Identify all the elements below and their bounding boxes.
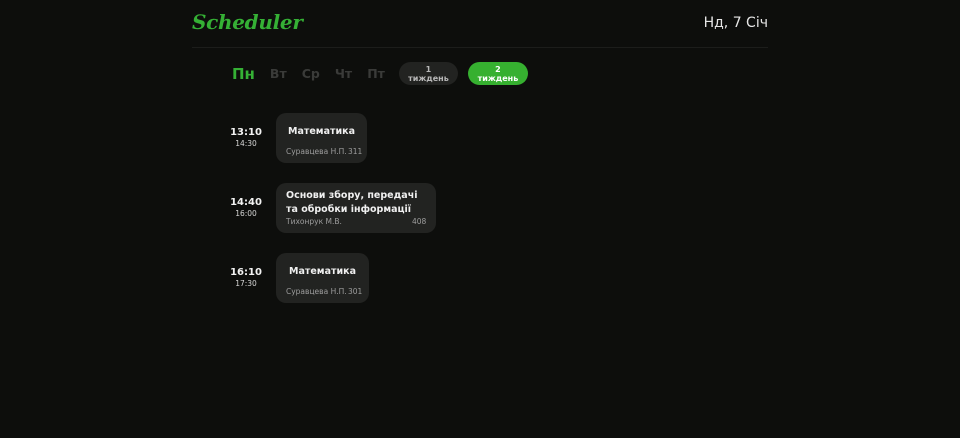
lesson-end-time: 14:30 — [235, 139, 257, 148]
lesson-room: 301 — [348, 287, 363, 296]
lesson-room: 408 — [412, 217, 427, 226]
lesson-card[interactable]: Основи збору, передачі та обробки інформ… — [276, 183, 436, 233]
week-2-button[interactable]: 2 тиждень — [467, 62, 528, 85]
lesson-card[interactable]: Математика Суравцева Н.П. 301 — [276, 253, 369, 303]
lesson-teacher: Суравцева Н.П. — [286, 287, 347, 296]
day-tab-thu[interactable]: Чт — [335, 66, 352, 81]
day-tab-wed[interactable]: Ср — [302, 66, 320, 81]
day-tab-tue[interactable]: Вт — [270, 66, 287, 81]
lesson-end-time: 17:30 — [235, 279, 257, 288]
lesson-teacher: Суравцева Н.П. — [286, 147, 347, 156]
lesson-card[interactable]: Математика Суравцева Н.П. 311 — [276, 113, 367, 163]
week-1-button[interactable]: 1 тиждень — [398, 62, 458, 85]
current-date: Нд, 7 Січ — [703, 15, 768, 31]
lesson-title: Основи збору, передачі та обробки інформ… — [286, 190, 418, 215]
day-tab-mon[interactable]: Пн — [232, 65, 255, 83]
lesson-start-time: 13:10 — [230, 127, 262, 138]
lesson-teacher: Тихонрук М.В. — [286, 217, 342, 226]
lesson-title: Математика — [287, 126, 355, 137]
header: Scheduler Нд, 7 Січ — [192, 0, 768, 48]
day-selector: Пн Вт Ср Чт Пт 1 тиждень 2 тиждень — [232, 62, 528, 85]
lesson-time: 13:10 14:30 — [226, 127, 266, 149]
lesson-time: 16:10 17:30 — [226, 267, 266, 289]
lesson-start-time: 16:10 — [230, 267, 262, 278]
lesson-title: Математика — [288, 266, 356, 277]
app-root: Scheduler Нд, 7 Січ Пн Вт Ср Чт Пт 1 тиж… — [0, 0, 960, 438]
lesson-room: 311 — [348, 147, 363, 156]
lesson-end-time: 16:00 — [235, 209, 257, 218]
lesson-start-time: 14:40 — [230, 197, 262, 208]
app-logo[interactable]: Scheduler — [192, 10, 303, 34]
lesson-time: 14:40 16:00 — [226, 197, 266, 219]
day-tab-fri[interactable]: Пт — [367, 66, 385, 81]
